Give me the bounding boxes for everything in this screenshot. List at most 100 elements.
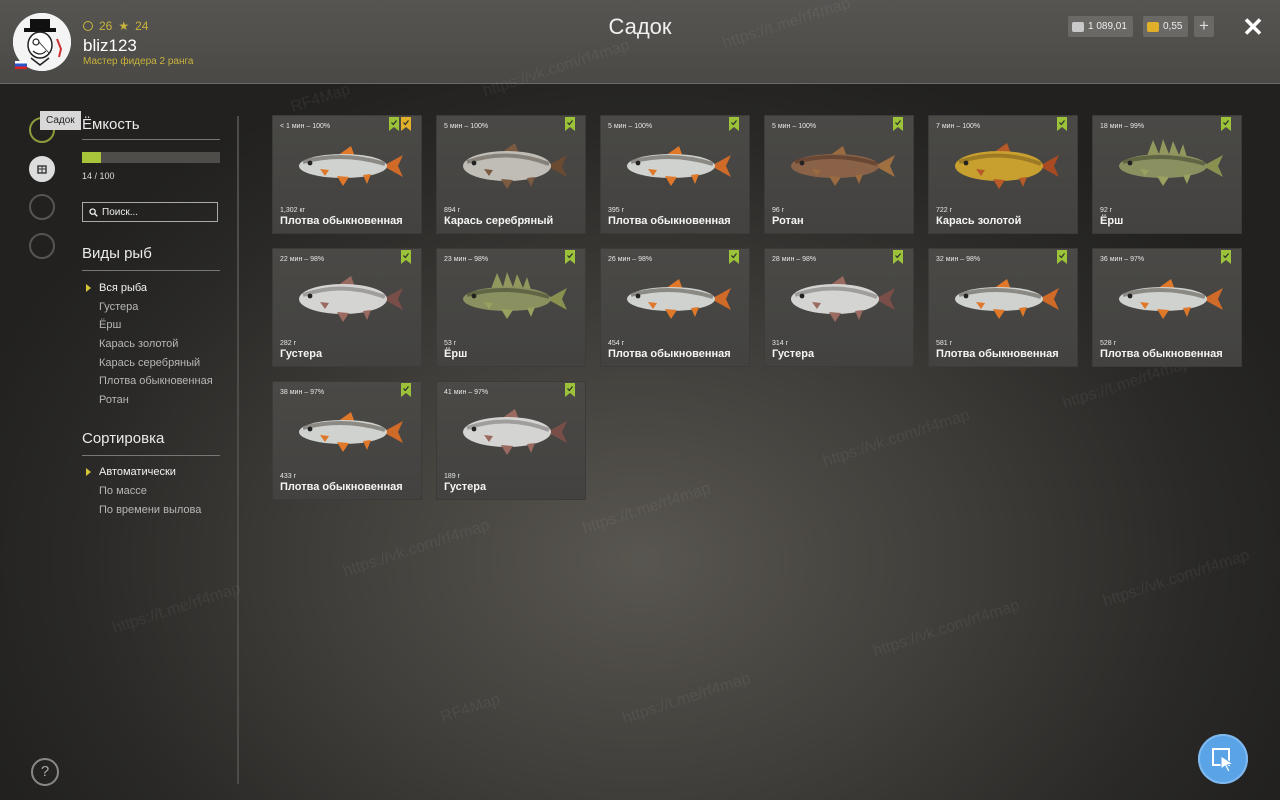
fish-weight: 53 г [444,340,457,347]
catch-time: 5 мин – 100% [772,123,817,130]
gold-balance: 0,55 [1143,16,1189,37]
bookmark-icon[interactable] [729,250,739,264]
fish-card[interactable]: 18 мин – 99% 92 г Ёрш [1093,116,1241,233]
fish-weight: 314 г [772,340,789,347]
silver-fish-image [463,143,567,189]
ruffe-fish-image [463,272,567,319]
fish-card[interactable]: 5 мин – 100% 395 г Плотва обыкновенная [601,116,749,233]
sort-option[interactable]: По массе [99,485,147,497]
bookmark-icon[interactable] [1221,250,1231,264]
species-option[interactable]: Плотва обыкновенная [99,375,213,387]
fish-name: Ёрш [1100,215,1124,227]
species-option[interactable]: Вся рыба [99,282,147,294]
search-input[interactable]: Поиск... [82,202,218,222]
watermark: https://t.me/rf4map [110,579,243,638]
fish-card[interactable]: 5 мин – 100% 894 г Карась серебряный [437,116,585,233]
fishnet-icon[interactable] [29,156,55,182]
bookmark-icon[interactable] [401,117,411,131]
bream-fish-image [463,409,567,455]
fish-card[interactable]: 5 мин – 100% 96 г Ротан [765,116,913,233]
fish-name: Плотва обыкновенная [608,348,731,360]
rank-label: Мастер фидера 2 ранга [83,56,194,67]
species-option[interactable]: Ротан [99,394,129,406]
fish-card[interactable]: 26 мин – 98% 454 г Плотва обыкновенная [601,249,749,366]
ruffe-fish-image [1119,139,1223,186]
species-option[interactable]: Густера [99,301,138,313]
cursor-mode-button[interactable] [1198,734,1248,784]
rotan-fish-image [791,146,895,186]
bookmark-icon[interactable] [565,250,575,264]
campfire-icon[interactable] [29,194,55,220]
fish-card[interactable]: 22 мин – 98% 282 г Густера [273,249,421,366]
silver-coin-icon [1072,21,1084,32]
bookmark-icon[interactable] [1221,117,1231,131]
fish-name: Плотва обыкновенная [1100,348,1223,360]
fish-card[interactable]: 7 мин – 100% 722 г Карась золотой [929,116,1077,233]
bookmark-icon[interactable] [565,383,575,397]
species-option[interactable]: Карась серебряный [99,357,200,369]
bookmark-icon[interactable] [401,250,411,264]
cursor-icon [1212,748,1235,773]
fish-card[interactable]: 23 мин – 98% 53 г Ёрш [437,249,585,366]
fish-name: Карась серебряный [444,215,554,227]
gold-fish-image [955,143,1059,189]
fish-name: Плотва обыкновенная [280,215,403,227]
divider [82,455,220,456]
fish-weight: 1,302 кг [280,207,306,214]
capacity-text: 14 / 100 [82,171,115,181]
bookmark-icon[interactable] [1057,250,1067,264]
fish-name: Густера [772,348,815,360]
help-button[interactable]: ? [31,758,59,786]
close-button[interactable]: ✕ [1240,12,1266,42]
watermark: https://vk.com/rf4map [340,516,492,581]
selected-arrow-icon [86,284,91,292]
fishnet-glyph [37,165,47,174]
fish-card[interactable]: 41 мин – 97% 189 г Густера [437,382,585,499]
add-gold-button[interactable]: + [1194,16,1214,37]
fish-name: Ёрш [444,348,468,360]
bookmark-icon[interactable] [893,250,903,264]
roach-fish-image [299,412,403,452]
bookmark-icon[interactable] [401,383,411,397]
fish-weight: 433 г [280,473,297,480]
bookmark-icon[interactable] [389,117,399,131]
fish-weight: 96 г [772,207,785,214]
fish-weight: 454 г [608,340,625,347]
roach-fish-image [627,146,731,186]
fish-card[interactable]: 32 мин – 98% 581 г Плотва обыкновенная [929,249,1077,366]
home-icon[interactable] [29,233,55,259]
roach-fish-image [955,279,1059,319]
bookmark-icon[interactable] [729,117,739,131]
bookmark-icon[interactable] [1057,117,1067,131]
watermark: https://vk.com/rf4map [820,406,972,471]
catch-time: 32 мин – 98% [936,256,981,263]
capacity-fill [82,152,102,163]
watermark: https://t.me/rf4map [620,669,753,728]
search-icon [89,207,98,217]
species-option[interactable]: Карась золотой [99,338,178,350]
sort-title: Сортировка [82,430,165,447]
sort-option[interactable]: Автоматически [99,466,176,478]
watermark: RF4Map [438,690,503,727]
bookmark-icon[interactable] [893,117,903,131]
fish-card[interactable]: 36 мин – 97% 528 г Плотва обыкновенная [1093,249,1241,366]
sort-option[interactable]: По времени вылова [99,504,201,516]
species-option[interactable]: Ёрш [99,319,121,331]
fish-weight: 528 г [1100,340,1117,347]
fish-name: Плотва обыкновенная [936,348,1059,360]
fish-name: Плотва обыкновенная [608,215,731,227]
fish-name: Густера [280,348,323,360]
species-title: Виды рыб [82,245,152,262]
catch-time: 26 мин – 98% [608,256,653,263]
sidebar-divider [237,116,239,784]
fish-card[interactable]: < 1 мин – 100% 1,302 кг Плотва обыкновенна… [273,116,421,233]
fish-card[interactable]: 38 мин – 97% 433 г Плотва обыкновенная [273,382,421,499]
capacity-title: Ёмкость [82,116,140,133]
catch-time: 5 мин – 100% [444,123,489,130]
roach-fish-image [1119,279,1223,319]
bookmark-icon[interactable] [565,117,575,131]
selected-arrow-icon [86,468,91,476]
fish-card[interactable]: 28 мин – 98% 314 г Густера [765,249,913,366]
bream-fish-image [791,276,895,322]
catch-time: < 1 мин – 100% [280,123,331,130]
